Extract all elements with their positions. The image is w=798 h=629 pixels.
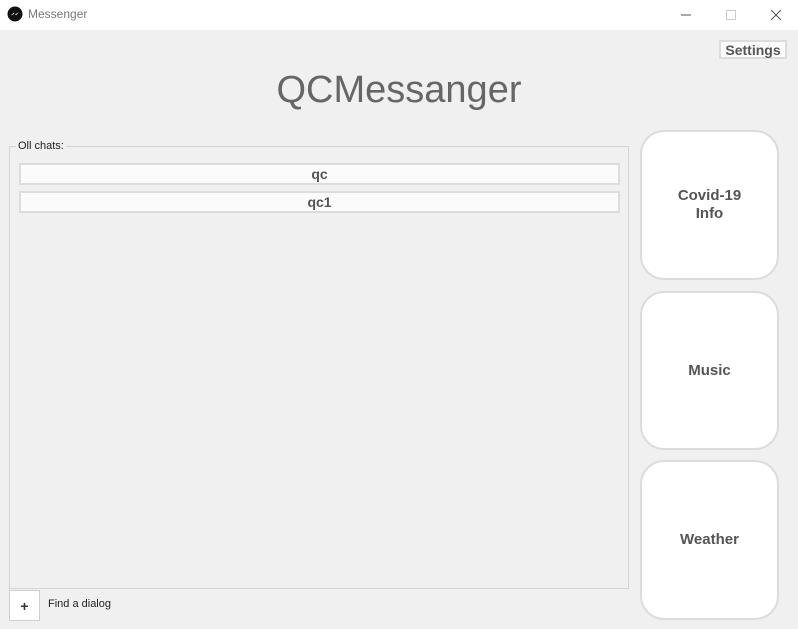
minimize-button[interactable] [663, 0, 708, 30]
covid-info-button[interactable]: Covid-19 Info [640, 130, 779, 280]
messenger-icon [7, 6, 23, 22]
add-dialog-button[interactable]: + [9, 590, 40, 621]
app-title: QCMessanger [276, 69, 522, 111]
chat-item-qc1[interactable]: qc1 [19, 191, 620, 213]
covid-info-label: Covid-19 Info [677, 187, 742, 222]
music-button[interactable]: Music [640, 291, 779, 450]
find-dialog-label: Find a dialog [48, 598, 111, 610]
settings-button[interactable]: Settings [719, 40, 787, 59]
messenger-window: Messenger Settings QCMessanger Oll chats… [0, 0, 798, 629]
maximize-button[interactable] [708, 0, 753, 30]
maximize-icon [725, 10, 736, 20]
chat-item-qc[interactable]: qc [19, 163, 620, 185]
title-bar[interactable]: Messenger [0, 0, 798, 30]
window-title: Messenger [28, 7, 88, 21]
close-icon [770, 9, 781, 21]
music-label: Music [688, 361, 731, 379]
weather-label: Weather [680, 531, 739, 548]
close-button[interactable] [753, 0, 798, 30]
weather-button[interactable]: Weather [640, 460, 779, 620]
minimize-icon [680, 14, 691, 16]
chats-group-label: Oll chats: [16, 140, 66, 152]
